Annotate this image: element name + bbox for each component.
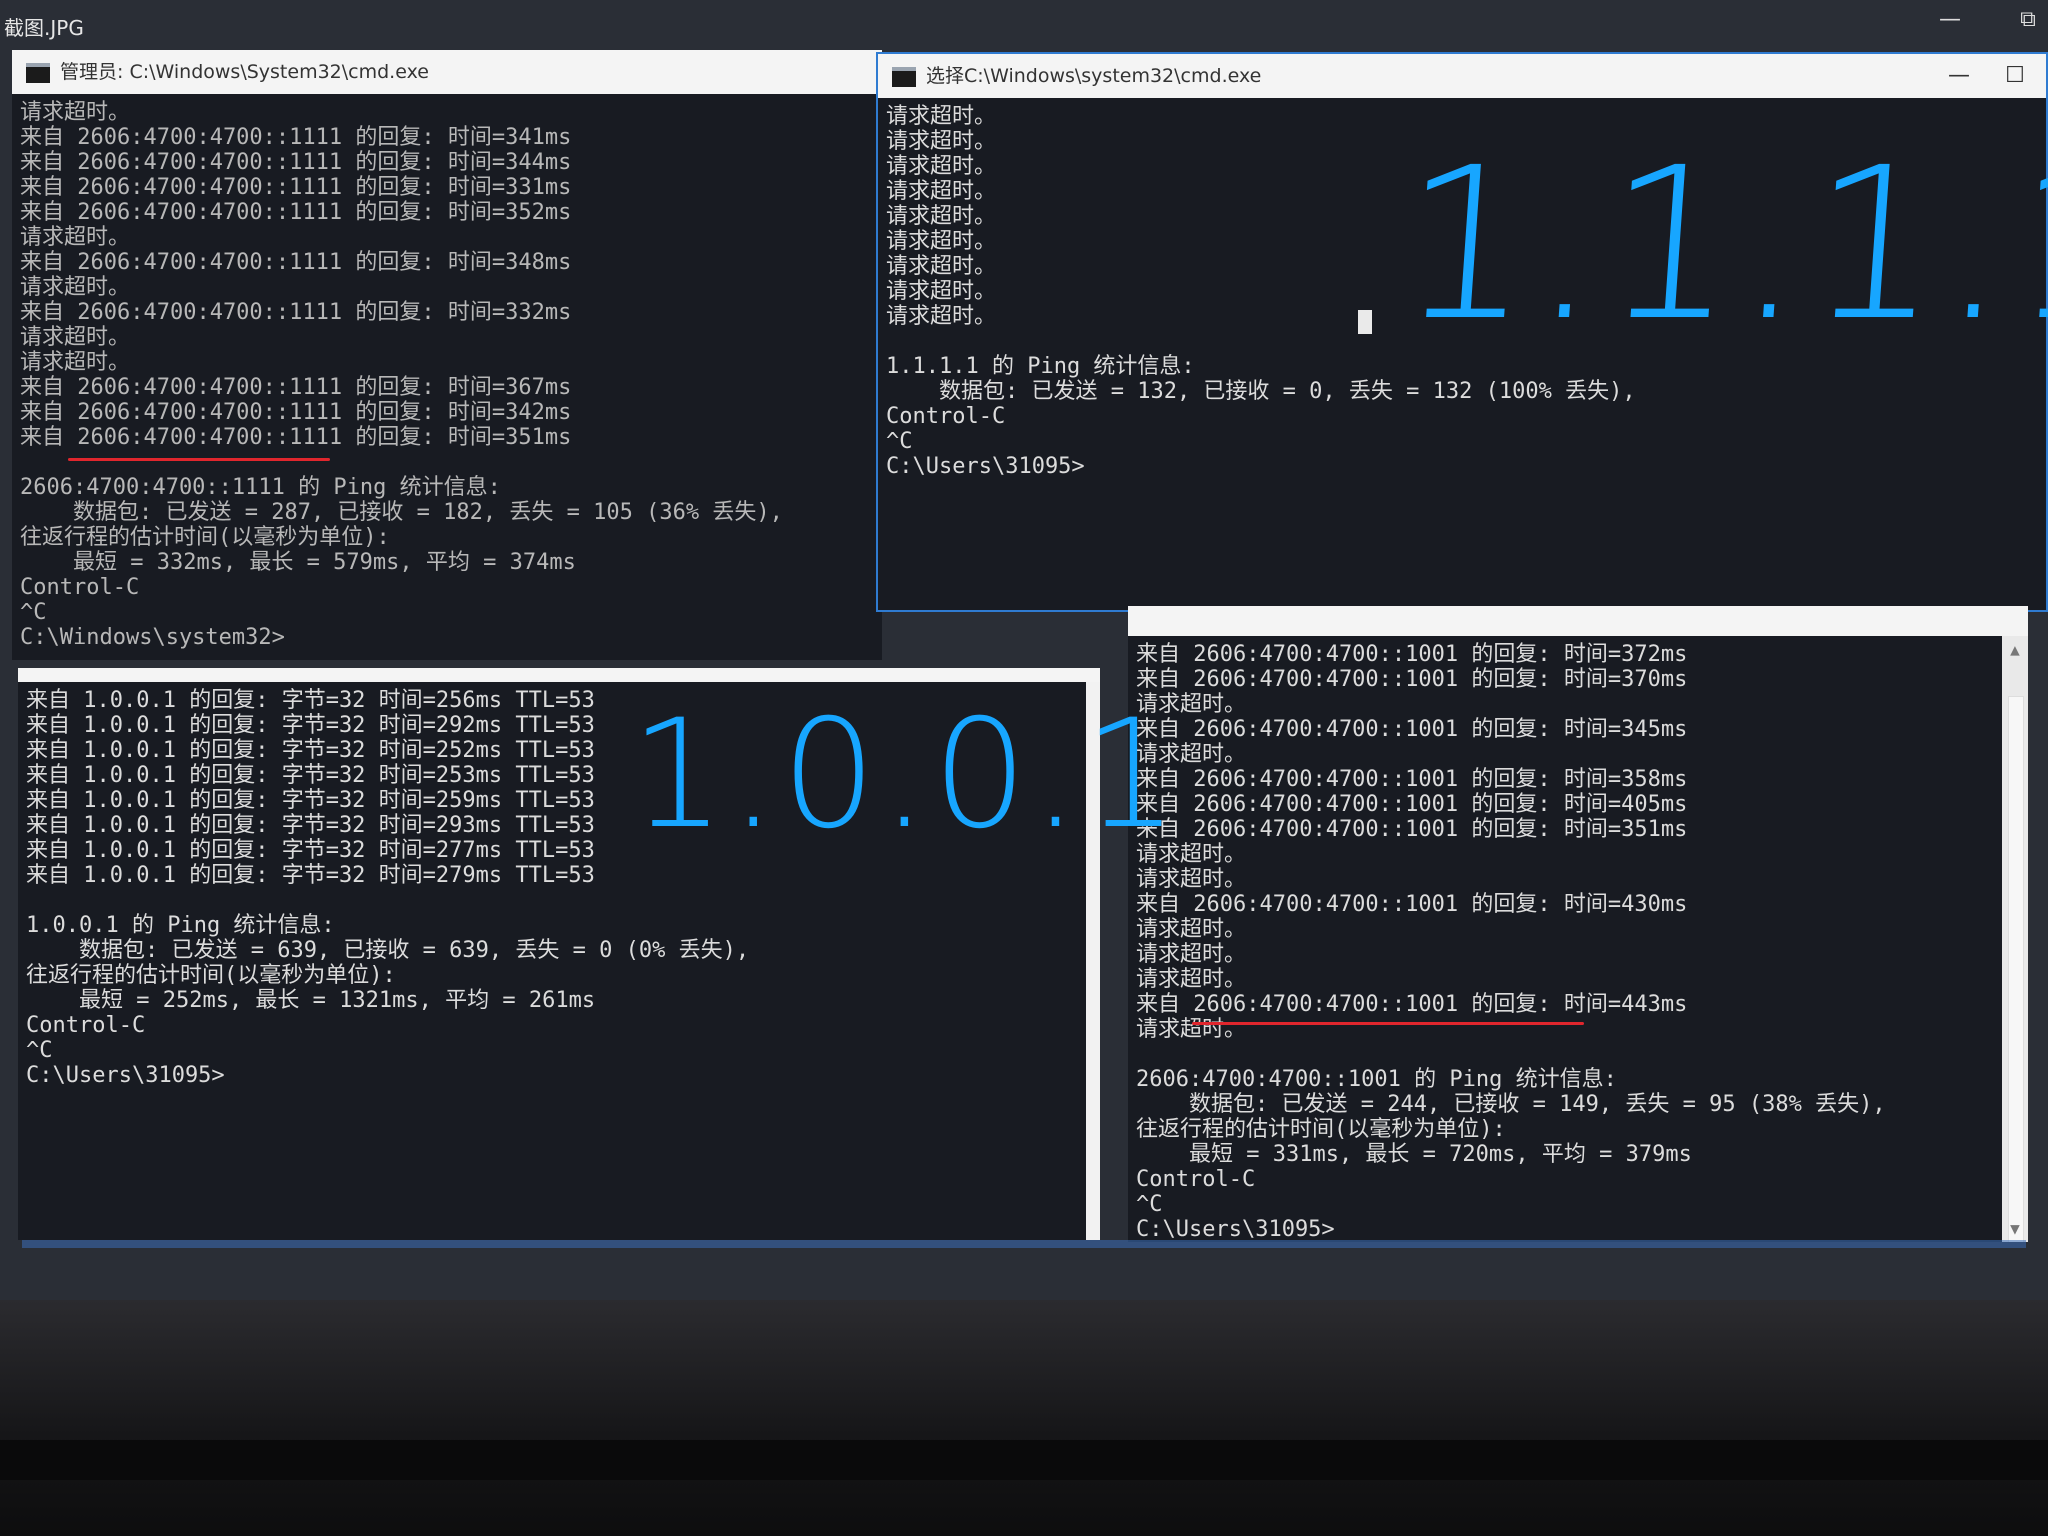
- console-line: 数据包: 已发送 = 287, 已接收 = 182, 丢失 = 105 (36%…: [20, 500, 783, 525]
- monitor-bezel: [0, 1300, 2048, 1536]
- cmd-window-bottom-left-titlebar[interactable]: [18, 668, 1100, 682]
- console-line: 往返行程的估计时间(以毫秒为单位):: [1136, 1117, 1506, 1142]
- console-line: ^C: [20, 600, 47, 625]
- maximize-button[interactable]: ☐: [1988, 54, 2042, 98]
- cmd-app-icon: [26, 62, 50, 83]
- console-line: 请求超时。: [20, 225, 131, 250]
- console-line: C:\Users\31095>: [886, 454, 1085, 479]
- console-line: 来自 2606:4700:4700::1111 的回复: 时间=352ms: [20, 200, 572, 225]
- console-line: 最短 = 332ms, 最长 = 579ms, 平均 = 374ms: [20, 550, 576, 575]
- console-line: Control-C: [1136, 1167, 1256, 1192]
- photo-viewer-title: 截图.JPG: [4, 16, 84, 40]
- cmd-window-bottom-right-titlebar[interactable]: [1128, 606, 2028, 636]
- console-output[interactable]: 请求超时。 来自 2606:4700:4700::1111 的回复: 时间=341…: [12, 94, 882, 660]
- cmd-window-bottom-right[interactable]: 来自 2606:4700:4700::1001 的回复: 时间=372ms 来自 …: [1128, 606, 2028, 1242]
- console-line: 来自 2606:4700:4700::1001 的回复: 时间=351ms: [1136, 817, 1688, 842]
- cmd-window-select-titlebar[interactable]: 选择C:\Windows\system32\cmd.exe — ☐: [878, 54, 2046, 98]
- console-line: ^C: [1136, 1192, 1163, 1217]
- vertical-scrollbar[interactable]: ▲ ▼: [2002, 636, 2028, 1242]
- console-line: 请求超时。: [20, 100, 131, 125]
- console-line: 2606:4700:4700::1111 的 Ping 统计信息:: [20, 475, 501, 500]
- console-line: 请求超时。: [1136, 692, 1247, 717]
- window-title: 选择C:\Windows\system32\cmd.exe: [926, 65, 1262, 87]
- console-line: 2606:4700:4700::1001 的 Ping 统计信息:: [1136, 1067, 1617, 1092]
- console-line: 来自 2606:4700:4700::1001 的回复: 时间=443ms: [1136, 992, 1688, 1017]
- console-line: 来自 2606:4700:4700::1111 的回复: 时间=348ms: [20, 250, 572, 275]
- console-line: 来自 1.0.0.1 的回复: 字节=32 时间=279ms TTL=53: [26, 863, 595, 888]
- console-line: 请求超时。: [1136, 867, 1247, 892]
- console-line: 请求超时。: [1136, 967, 1247, 992]
- console-line: 来自 2606:4700:4700::1001 的回复: 时间=358ms: [1136, 767, 1688, 792]
- console-line: C:\Users\31095>: [1136, 1217, 1335, 1242]
- console-line: 来自 2606:4700:4700::1111 的回复: 时间=367ms: [20, 375, 572, 400]
- console-line: 来自 2606:4700:4700::1001 的回复: 时间=405ms: [1136, 792, 1688, 817]
- scrollbar-thumb[interactable]: [2008, 696, 2024, 1242]
- desktop-screen: 截图.JPG — ⧉ 管理员: C:\Windows\System32\cmd.…: [0, 0, 2048, 1300]
- console-line: 来自 2606:4700:4700::1001 的回复: 时间=370ms: [1136, 667, 1688, 692]
- console-line: 请求超时。: [20, 275, 131, 300]
- text-cursor: [1358, 310, 1372, 334]
- console-line: 来自 2606:4700:4700::1111 的回复: 时间=344ms: [20, 150, 572, 175]
- handwritten-annotation-1111: 1.1.1.1: [1391, 122, 2048, 367]
- console-line: 请求超时。: [20, 325, 131, 350]
- console-line: Control-C: [20, 575, 140, 600]
- minimize-button[interactable]: —: [1932, 54, 1986, 98]
- console-line: 来自 2606:4700:4700::1111 的回复: 时间=331ms: [20, 175, 572, 200]
- console-line: 来自 2606:4700:4700::1111 的回复: 时间=332ms: [20, 300, 572, 325]
- console-line: C:\Windows\system32>: [20, 625, 285, 650]
- console-line: ^C: [26, 1038, 53, 1063]
- console-line: 数据包: 已发送 = 639, 已接收 = 639, 丢失 = 0 (0% 丢失…: [26, 938, 750, 963]
- console-line: 来自 2606:4700:4700::1001 的回复: 时间=345ms: [1136, 717, 1688, 742]
- console-line: 数据包: 已发送 = 132, 已接收 = 0, 丢失 = 132 (100% …: [886, 379, 1636, 404]
- red-underline-annotation: [1192, 1022, 1584, 1025]
- console-line: 往返行程的估计时间(以毫秒为单位):: [26, 963, 396, 988]
- taskbar-edge: [22, 1240, 2026, 1248]
- console-line: 来自 2606:4700:4700::1001 的回复: 时间=372ms: [1136, 642, 1688, 667]
- console-line: 请求超时。: [1136, 942, 1247, 967]
- handwritten-annotation-1001: 1.0.0.1: [630, 688, 1183, 862]
- viewer-minimize-button[interactable]: —: [1930, 4, 1970, 36]
- console-line: 来自 2606:4700:4700::1001 的回复: 时间=430ms: [1136, 892, 1688, 917]
- console-line: C:\Users\31095>: [26, 1063, 225, 1088]
- console-line: ^C: [886, 429, 913, 454]
- scroll-down-arrow-icon[interactable]: ▼: [2002, 1219, 2028, 1238]
- console-line: 请求超时。: [20, 350, 131, 375]
- viewer-restore-button[interactable]: ⧉: [2008, 4, 2048, 36]
- console-line: Control-C: [26, 1013, 146, 1038]
- console-line: 1.0.0.1 的 Ping 统计信息:: [26, 913, 335, 938]
- console-line: 请求超时。: [1136, 917, 1247, 942]
- console-line: 请求超时。: [1136, 742, 1247, 767]
- console-line: 最短 = 252ms, 最长 = 1321ms, 平均 = 261ms: [26, 988, 596, 1013]
- cmd-window-admin-titlebar[interactable]: 管理员: C:\Windows\System32\cmd.exe: [12, 50, 882, 94]
- window-title: 管理员: C:\Windows\System32\cmd.exe: [60, 61, 429, 83]
- cmd-app-icon: [892, 66, 916, 87]
- console-line: 来自 2606:4700:4700::1111 的回复: 时间=342ms: [20, 400, 572, 425]
- cmd-window-admin[interactable]: 管理员: C:\Windows\System32\cmd.exe 请求超时。 来自…: [12, 50, 882, 660]
- console-line: Control-C: [886, 404, 1006, 429]
- scroll-up-arrow-icon[interactable]: ▲: [2002, 640, 2028, 659]
- keyboard-edge: [0, 1440, 2048, 1480]
- console-line: 数据包: 已发送 = 244, 已接收 = 149, 丢失 = 95 (38% …: [1136, 1092, 1886, 1117]
- console-line: 往返行程的估计时间(以毫秒为单位):: [20, 525, 390, 550]
- console-line: 来自 2606:4700:4700::1111 的回复: 时间=351ms: [20, 425, 572, 450]
- console-line: 最短 = 331ms, 最长 = 720ms, 平均 = 379ms: [1136, 1142, 1692, 1167]
- console-line: 来自 2606:4700:4700::1111 的回复: 时间=341ms: [20, 125, 572, 150]
- console-line: 请求超时。: [1136, 1017, 1247, 1042]
- red-underline-annotation: [68, 458, 330, 461]
- console-output[interactable]: 来自 2606:4700:4700::1001 的回复: 时间=372ms 来自 …: [1128, 636, 2002, 1242]
- console-line: 请求超时。: [1136, 842, 1247, 867]
